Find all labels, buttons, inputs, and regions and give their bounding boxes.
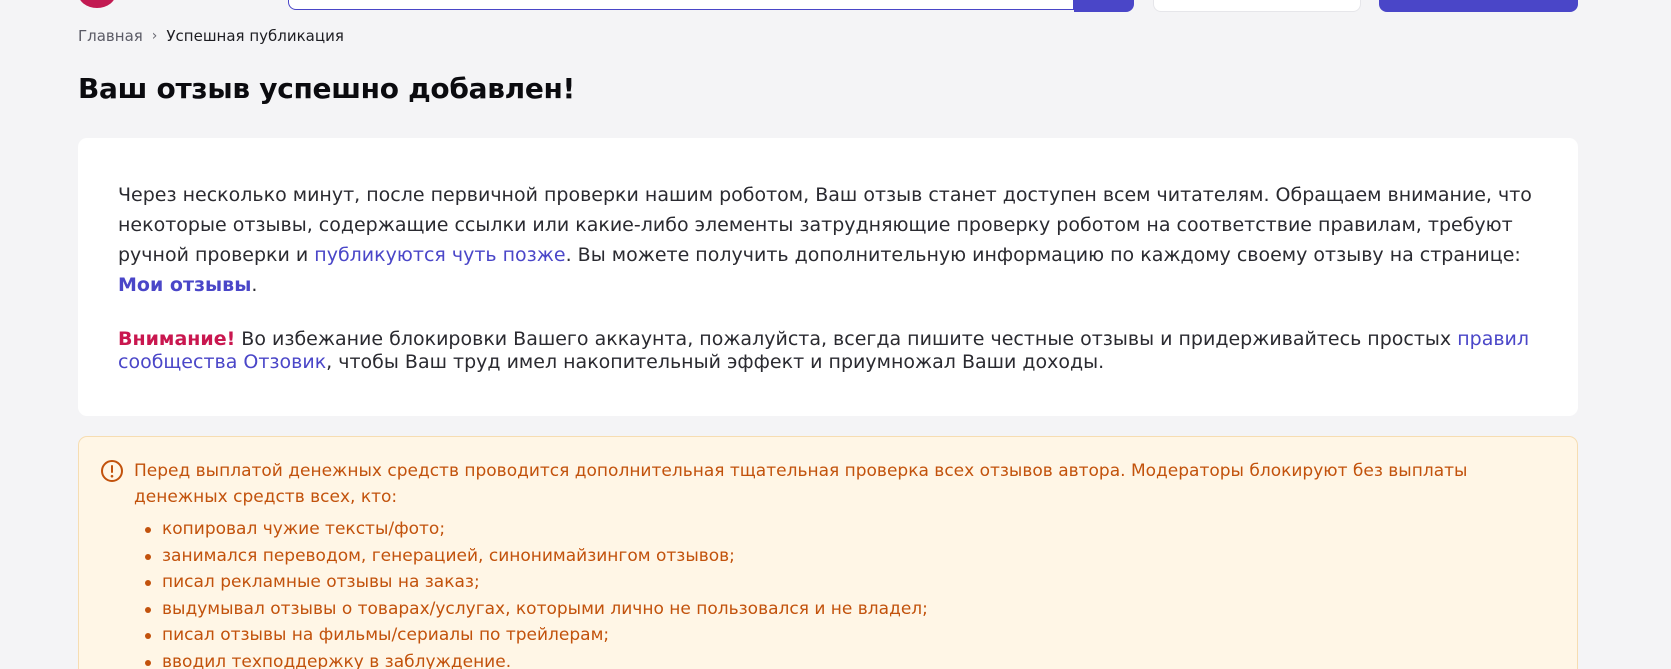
page: Главная › Успешная публикация Ваш отзыв … <box>0 0 1671 669</box>
my-reviews-link[interactable]: Мои отзывы <box>118 274 251 296</box>
moderation-notice: Перед выплатой денежных средств проводит… <box>78 436 1578 669</box>
success-info-card: Через несколько минут, после первичной п… <box>78 138 1578 416</box>
alert-circle-icon <box>101 460 123 482</box>
warning-text: Во избежание блокировки Вашего аккаунта,… <box>235 328 1458 350</box>
info-text: . <box>251 274 258 296</box>
breadcrumb-home-link[interactable]: Главная <box>78 27 143 45</box>
list-item: занимался переводом, генерацией, синоним… <box>145 543 1537 570</box>
list-item: копировал чужие тексты/фото; <box>145 516 1537 543</box>
user-profile-menu[interactable] <box>1153 0 1361 12</box>
list-item: писал рекламные отзывы на заказ; <box>145 569 1537 596</box>
breadcrumb-current: Успешная публикация <box>166 27 344 45</box>
info-paragraph: Через несколько минут, после первичной п… <box>118 180 1538 300</box>
search-input[interactable] <box>288 0 1074 10</box>
breadcrumb: Главная › Успешная публикация <box>78 27 344 45</box>
notice-list: копировал чужие тексты/фото; занимался п… <box>100 516 1537 669</box>
page-title: Ваш отзыв успешно добавлен! <box>78 72 576 105</box>
warning-paragraph: Внимание! Во избежание блокировки Вашего… <box>118 328 1538 374</box>
publish-later-link[interactable]: публикуются чуть позже <box>314 244 565 266</box>
attention-label: Внимание! <box>118 328 236 350</box>
site-logo[interactable] <box>78 0 116 8</box>
notice-text: Перед выплатой денежных средств проводит… <box>134 461 1468 507</box>
notice-header: Перед выплатой денежных средств проводит… <box>100 458 1537 510</box>
add-review-button[interactable] <box>1379 0 1578 12</box>
list-item: вводил техподдержку в заблуждение. <box>145 649 1537 669</box>
search-button[interactable] <box>1074 0 1134 12</box>
info-text: . Вы можете получить дополнительную инфо… <box>565 244 1521 266</box>
list-item: выдумывал отзывы о товарах/услугах, кото… <box>145 596 1537 623</box>
breadcrumb-separator: › <box>151 28 158 44</box>
warning-text: , чтобы Ваш труд имел накопительный эффе… <box>326 351 1105 373</box>
list-item: писал отзывы на фильмы/сериалы по трейле… <box>145 622 1537 649</box>
